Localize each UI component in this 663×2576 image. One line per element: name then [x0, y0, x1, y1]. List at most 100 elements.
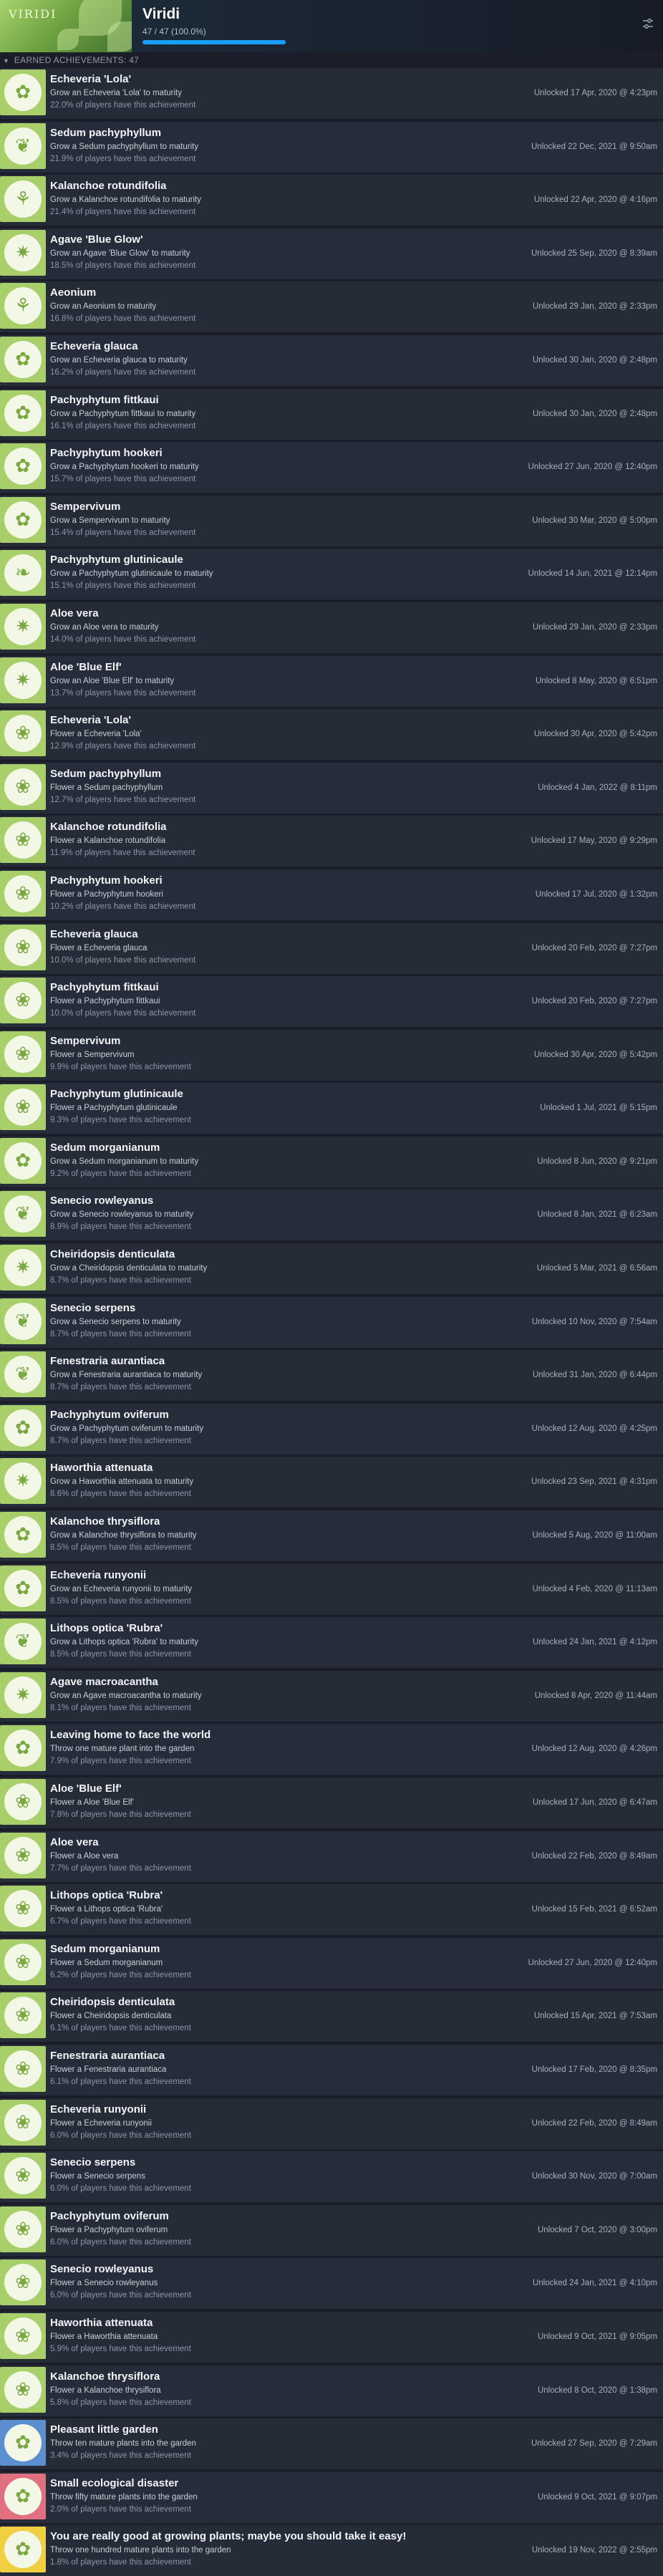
game-title: Viridi: [142, 6, 180, 22]
achievement-row[interactable]: ❀ Sedum pachyphyllum Flower a Sedum pachyp…: [0, 762, 663, 814]
achievement-row[interactable]: ❀ Pachyphytum oviferum Flower a Pachyphytu…: [0, 2204, 663, 2256]
achievement-row[interactable]: ❀ Cheiridopsis denticulata Flower a Cheiri…: [0, 1991, 663, 2042]
achievement-row[interactable]: ✿ Echeveria 'Lola' Grow an Echeveria 'Lola…: [0, 68, 663, 119]
achievement-row[interactable]: ⚘ Kalanchoe rotundifolia Grow a Kalanchoe …: [0, 175, 663, 226]
achievement-unlock-time: Unlocked 30 Nov, 2020 @ 7:00am: [531, 2172, 657, 2181]
achievement-name: Small ecological disaster: [50, 2476, 179, 2489]
achievement-row[interactable]: ✷ Agave 'Blue Glow' Grow an Agave 'Blue Gl…: [0, 228, 663, 279]
achievement-unlock-time: Unlocked 30 Mar, 2020 @ 5:00pm: [532, 516, 657, 525]
achievement-description: Flower a Aloe vera: [50, 1851, 119, 1861]
achievement-row[interactable]: ❦ Senecio serpens Grow a Senecio serpens t…: [0, 1296, 663, 1348]
achievement-icon-glyph: ✿: [4, 1409, 42, 1447]
achievement-name: Echeveria 'Lola': [50, 73, 132, 85]
adjust-icon[interactable]: [640, 16, 656, 32]
achievement-row[interactable]: ✿ Pachyphytum fittkaui Grow a Pachyphytum …: [0, 388, 663, 440]
achievement-icon-glyph: ✿: [4, 448, 42, 486]
achievement-icon-glyph: ✿: [4, 340, 42, 378]
achievement-row[interactable]: ✿ Echeveria runyonii Grow an Echeveria run…: [0, 1563, 663, 1615]
achievement-icon-glyph: ✿: [4, 1142, 42, 1180]
achievement-row[interactable]: ✿ Pachyphytum hookeri Grow a Pachyphytum h…: [0, 442, 663, 493]
achievement-unlock-time: Unlocked 30 Jan, 2020 @ 2:48pm: [532, 409, 657, 418]
achievement-icon-glyph: ❦: [4, 1623, 42, 1661]
achievement-row[interactable]: ✷ Aloe vera Grow an Aloe vera to maturity 1…: [0, 602, 663, 653]
achievement-name: Kalanchoe rotundifolia: [50, 180, 167, 193]
achievement-row[interactable]: ✿ Small ecological disaster Throw fifty ma…: [0, 2471, 663, 2523]
achievement-row[interactable]: ❀ Aloe 'Blue Elf' Flower a Aloe 'Blue Elf'…: [0, 1777, 663, 1828]
achievement-row[interactable]: ❀ Pachyphytum fittkaui Flower a Pachyphytu…: [0, 976, 663, 1028]
achievement-row[interactable]: ✿ Kalanchoe thrysiflora Grow a Kalanchoe t…: [0, 1510, 663, 1562]
achievement-description: Throw ten mature plants into the garden: [50, 2439, 196, 2449]
achievement-description: Flower a Kalanchoe rotundifolia: [50, 836, 166, 846]
achievement-row[interactable]: ❀ Echeveria glauca Flower a Echeveria glau…: [0, 922, 663, 974]
achievement-unlock-time: Unlocked 10 Nov, 2020 @ 7:54am: [531, 1317, 657, 1326]
spikes-icon: ✷: [0, 657, 46, 703]
achievement-rarity: 10.0% of players have this achievement: [50, 955, 196, 965]
achievement-unlock-time: Unlocked 25 Sep, 2020 @ 8:39am: [531, 249, 657, 258]
achievement-description: Flower a Kalanchoe thrysiflora: [50, 2386, 161, 2395]
achievement-row[interactable]: ❀ Pachyphytum hookeri Flower a Pachyphytum…: [0, 869, 663, 920]
achievement-icon-glyph: ✷: [4, 233, 42, 271]
achievement-icon-glyph: ❦: [4, 1356, 42, 1394]
earned-achievements-header[interactable]: ▼ EARNED ACHIEVEMENTS: 47: [0, 52, 663, 68]
achievement-rarity: 21.9% of players have this achievement: [50, 154, 196, 163]
achievement-row[interactable]: ❀ Aloe vera Flower a Aloe vera 7.7% of play…: [0, 1830, 663, 1882]
achievement-rarity: 8.5% of players have this achievement: [50, 1650, 191, 1659]
achievement-unlock-time: Unlocked 8 Oct, 2020 @ 1:38pm: [537, 2386, 657, 2395]
achievement-row[interactable]: ✿ Pachyphytum oviferum Grow a Pachyphytum …: [0, 1403, 663, 1455]
achievement-row[interactable]: ❀ Senecio serpens Flower a Senecio serpens…: [0, 2151, 663, 2203]
achievement-row[interactable]: ❀ Kalanchoe rotundifolia Flower a Kalancho…: [0, 816, 663, 867]
flower-icon: ❀: [0, 870, 46, 917]
achievement-row[interactable]: ❦ Senecio rowleyanus Grow a Senecio rowley…: [0, 1190, 663, 1241]
achievement-row[interactable]: ✿ You are really good at growing plants; …: [0, 2525, 663, 2576]
game-logo[interactable]: VIRIDI: [0, 0, 132, 52]
achievement-icon-glyph: ❀: [4, 768, 42, 806]
achievement-name: Pachyphytum glutinicaule: [50, 1088, 183, 1101]
achievement-row[interactable]: ❀ Pachyphytum glutinicaule Flower a Pachyp…: [0, 1083, 663, 1134]
achievement-row[interactable]: ✷ Agave macroacantha Grow an Agave macroac…: [0, 1670, 663, 1722]
achievement-description: Throw one hundred mature plants into the…: [50, 2546, 231, 2555]
achievement-name: Cheiridopsis denticulata: [50, 1248, 175, 1261]
achievement-name: Sempervivum: [50, 1034, 121, 1047]
achievement-row[interactable]: ✷ Aloe 'Blue Elf' Grow an Aloe 'Blue Elf' …: [0, 655, 663, 707]
achievement-row[interactable]: ❀ Lithops optica 'Rubra' Flower a Lithops …: [0, 1884, 663, 1936]
leaf-decoration: [57, 29, 79, 50]
achievement-icon-glyph: ❀: [4, 1035, 42, 1073]
achievement-row[interactable]: ❀ Echeveria 'Lola' Flower a Echeveria 'Lol…: [0, 709, 663, 761]
achievement-row[interactable]: ✿ Echeveria glauca Grow an Echeveria glauc…: [0, 334, 663, 386]
spikes-icon: ✷: [0, 1671, 46, 1718]
achievement-row[interactable]: ❀ Kalanchoe thrysiflora Flower a Kalanchoe…: [0, 2365, 663, 2416]
achievement-unlock-time: Unlocked 8 Apr, 2020 @ 11:44am: [534, 1691, 657, 1700]
achievement-icon-glyph: ❀: [4, 874, 42, 912]
achievement-name: Aloe vera: [50, 1835, 99, 1848]
achievement-row[interactable]: ✷ Haworthia attenuata Grow a Haworthia att…: [0, 1457, 663, 1508]
achievement-row[interactable]: ❀ Echeveria runyonii Flower a Echeveria ru…: [0, 2098, 663, 2149]
achievement-row[interactable]: ❀ Sedum morganianum Flower a Sedum morgani…: [0, 1937, 663, 1989]
achievement-row[interactable]: ⚘ Aeonium Grow an Aeonium to maturity 16.8%…: [0, 281, 663, 333]
achievement-icon-glyph: ✿: [4, 74, 42, 111]
achievement-row[interactable]: ❀ Haworthia attenuata Flower a Haworthia a…: [0, 2311, 663, 2363]
achievement-row[interactable]: ❀ Sempervivum Flower a Sempervivum 9.9% of …: [0, 1029, 663, 1081]
chevron-down-icon: ▼: [3, 57, 10, 64]
spikes-icon: ✷: [0, 1245, 46, 1291]
achievement-unlock-time: Unlocked 30 Apr, 2020 @ 5:42pm: [533, 1050, 657, 1059]
achievement-row[interactable]: ✿ Leaving home to face the world Throw one…: [0, 1724, 663, 1775]
achievement-row[interactable]: ❀ Fenestraria aurantiaca Flower a Fenestra…: [0, 2044, 663, 2095]
achievement-rarity: 15.4% of players have this achievement: [50, 528, 196, 537]
achievement-icon-glyph: ❀: [4, 1890, 42, 1928]
achievement-unlock-time: Unlocked 20 Feb, 2020 @ 7:27pm: [531, 997, 657, 1006]
achievement-row[interactable]: ❦ Lithops optica 'Rubra' Grow a Lithops op…: [0, 1617, 663, 1669]
achievement-row[interactable]: ✿ Sedum morganianum Grow a Sedum morganian…: [0, 1136, 663, 1187]
achievement-unlock-time: Unlocked 24 Jan, 2021 @ 4:12pm: [532, 1638, 657, 1647]
achievement-description: Flower a Aloe 'Blue Elf': [50, 1798, 134, 1807]
achievement-row[interactable]: ✷ Cheiridopsis denticulata Grow a Cheirido…: [0, 1243, 663, 1295]
achievement-row[interactable]: ❦ Sedum pachyphyllum Grow a Sedum pachyphy…: [0, 121, 663, 173]
achievement-description: Grow an Aloe vera to maturity: [50, 622, 159, 632]
achievement-row[interactable]: ❀ Senecio rowleyanus Flower a Senecio rowl…: [0, 2258, 663, 2310]
achievement-row[interactable]: ❦ Fenestraria aurantiaca Grow a Fenestrari…: [0, 1350, 663, 1402]
achievement-row[interactable]: ✿ Pleasant little garden Throw ten mature …: [0, 2418, 663, 2470]
achievement-row[interactable]: ✿ Sempervivum Grow a Sempervivum to maturi…: [0, 495, 663, 546]
achievement-icon-glyph: ✷: [4, 1249, 42, 1287]
achievement-rarity: 12.7% of players have this achievement: [50, 795, 196, 804]
achievement-row[interactable]: ❧ Pachyphytum glutinicaule Grow a Pachyphy…: [0, 549, 663, 600]
achievement-description: Grow an Echeveria runyonii to maturity: [50, 1584, 193, 1593]
